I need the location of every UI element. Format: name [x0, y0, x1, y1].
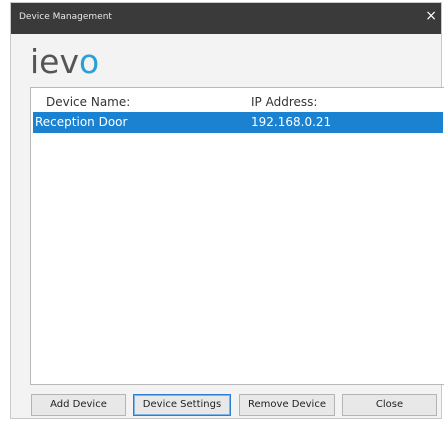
- window-title: Device Management: [19, 12, 112, 22]
- close-icon[interactable]: ×: [425, 9, 437, 23]
- column-header-device-name[interactable]: Device Name:: [46, 95, 130, 109]
- add-device-button[interactable]: Add Device: [31, 394, 126, 416]
- title-bar: Device Management ×: [11, 3, 441, 34]
- list-item[interactable]: Reception Door 192.168.0.21: [33, 112, 443, 133]
- ievo-logo: ievo: [30, 45, 99, 78]
- logo-text: iev: [30, 42, 80, 81]
- ip-address-cell: 192.168.0.21: [251, 115, 332, 129]
- device-settings-button[interactable]: Device Settings: [133, 394, 231, 416]
- logo-accent-text: o: [79, 42, 100, 81]
- device-name-cell: Reception Door: [35, 115, 128, 129]
- device-management-window: Device Management × ievo Device Name: IP…: [10, 2, 444, 419]
- device-list[interactable]: Device Name: IP Address: Reception Door …: [30, 87, 444, 385]
- close-button[interactable]: Close: [342, 394, 437, 416]
- column-header-ip-address[interactable]: IP Address:: [251, 95, 317, 109]
- remove-device-button[interactable]: Remove Device: [239, 394, 335, 416]
